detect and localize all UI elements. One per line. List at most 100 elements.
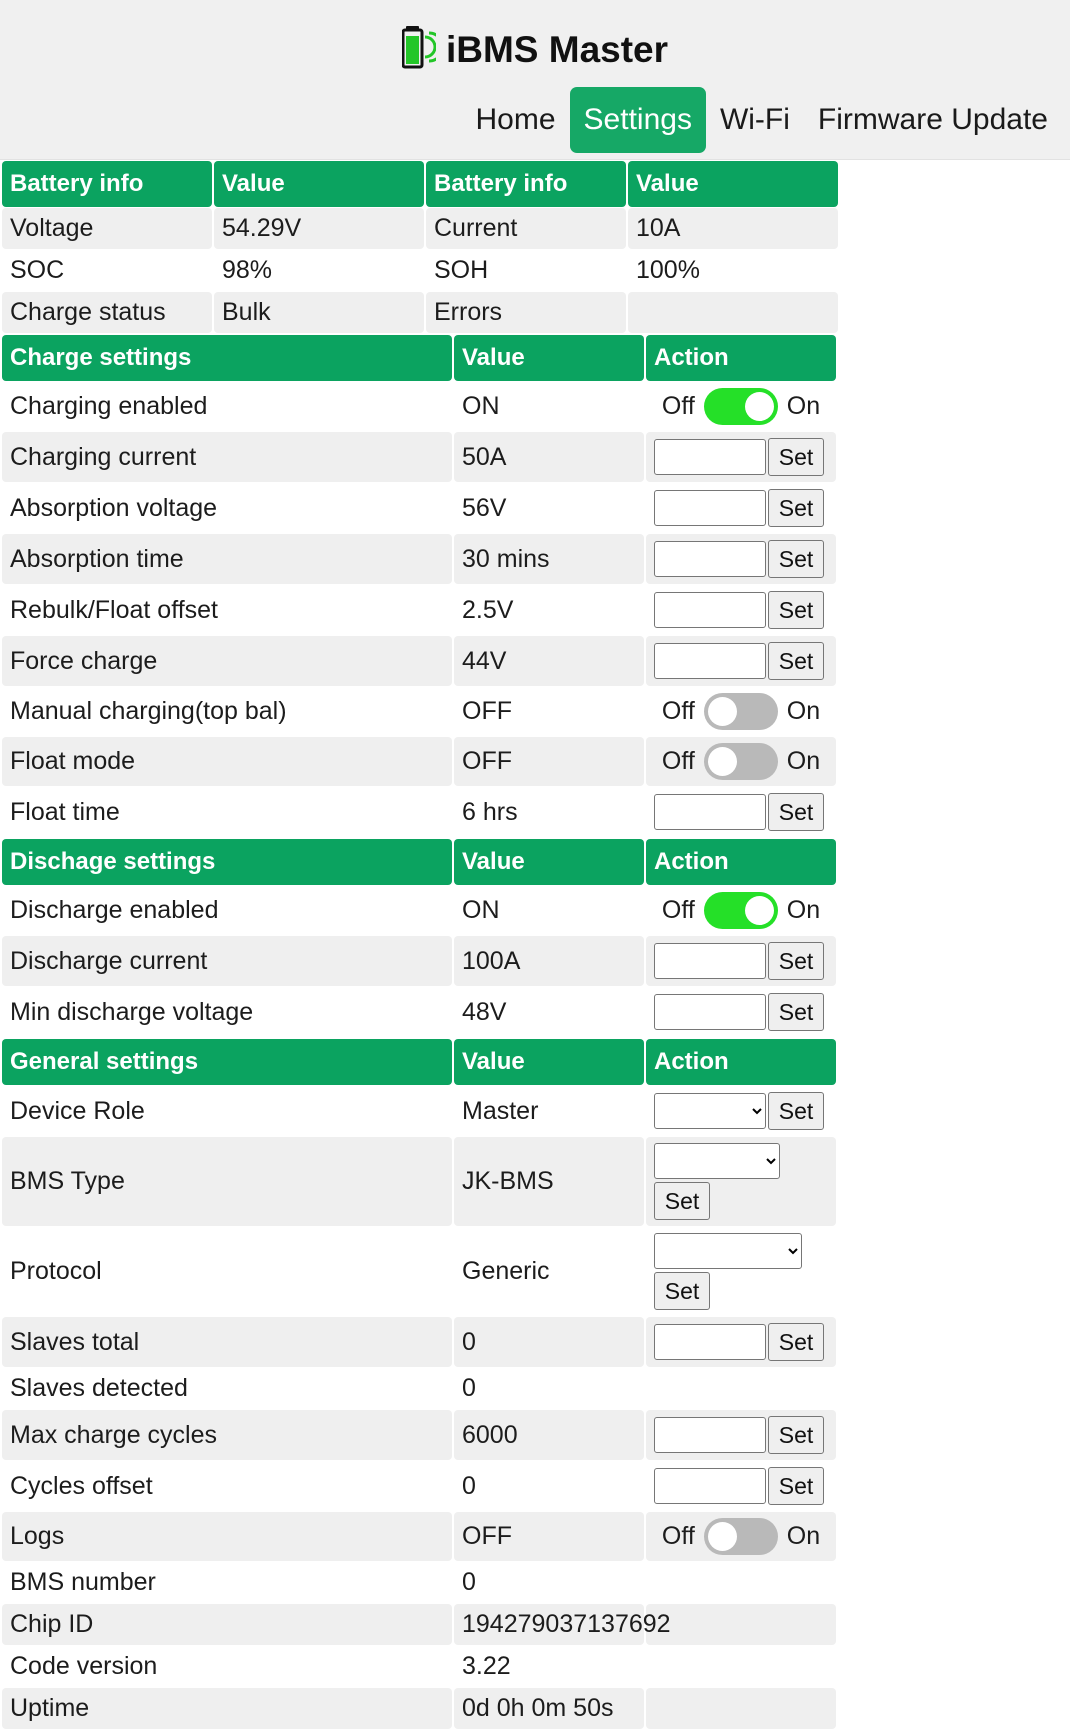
set-button-min-discharge-voltage[interactable]: Set <box>768 993 824 1031</box>
table-row: Float time 6 hrs Set <box>2 787 836 837</box>
nav-item-home[interactable]: Home <box>462 81 570 159</box>
action-float-mode: Off On <box>646 737 836 786</box>
nav-item-wifi[interactable]: Wi-Fi <box>706 81 804 159</box>
select-protocol[interactable] <box>654 1233 802 1269</box>
action-protocol: Set <box>646 1227 836 1316</box>
action-rebulk-float-offset: Set <box>646 585 836 635</box>
label-bms-number: BMS number <box>2 1562 452 1603</box>
set-button-max-charge-cycles[interactable]: Set <box>768 1416 824 1454</box>
label-discharge-enabled: Discharge enabled <box>2 886 452 935</box>
label-charging-enabled: Charging enabled <box>2 382 452 431</box>
col-action: Action <box>646 839 836 885</box>
set-button-protocol[interactable]: Set <box>654 1272 710 1310</box>
input-min-discharge-voltage[interactable] <box>654 994 766 1030</box>
toggle-charging-enabled[interactable] <box>704 388 778 425</box>
label-slaves-total: Slaves total <box>2 1317 452 1367</box>
value-errors <box>628 292 838 333</box>
label-float-mode: Float mode <box>2 737 452 786</box>
action-slaves-detected <box>646 1368 836 1409</box>
toggle-off-label: Off <box>662 697 695 726</box>
input-discharge-current[interactable] <box>654 943 766 979</box>
toggle-float-mode[interactable] <box>704 743 778 780</box>
set-button-bms-type[interactable]: Set <box>654 1182 710 1220</box>
table-row: Charging current 50A Set <box>2 432 836 482</box>
table-row: Rebulk/Float offset 2.5V Set <box>2 585 836 635</box>
value-cycles-offset: 0 <box>454 1461 644 1511</box>
set-button-rebulk-float-offset[interactable]: Set <box>768 591 824 629</box>
table-row: Slaves detected 0 <box>2 1368 836 1409</box>
input-cycles-offset[interactable] <box>654 1468 766 1504</box>
input-absorption-voltage[interactable] <box>654 490 766 526</box>
value-bms-type: JK-BMS <box>454 1137 644 1226</box>
action-device-role: Set <box>646 1086 836 1136</box>
table-row: Cycles offset 0 Set <box>2 1461 836 1511</box>
action-absorption-voltage: Set <box>646 483 836 533</box>
toggle-on-label: On <box>787 896 820 925</box>
value-discharge-current: 100A <box>454 936 644 986</box>
col-value: Value <box>454 1039 644 1085</box>
charge-settings-table: Charge settings Value Action Charging en… <box>0 334 838 838</box>
label-soh: SOH <box>426 250 626 291</box>
col-value-2: Value <box>628 161 838 207</box>
table-row: Device Role Master Set <box>2 1086 836 1136</box>
toggle-off-label: Off <box>662 747 695 776</box>
set-button-cycles-offset[interactable]: Set <box>768 1467 824 1505</box>
label-force-charge: Force charge <box>2 636 452 686</box>
set-button-slaves-total[interactable]: Set <box>768 1323 824 1361</box>
table-row: Code version 3.22 <box>2 1646 836 1687</box>
value-protocol: Generic <box>454 1227 644 1316</box>
label-charge-status: Charge status <box>2 292 212 333</box>
label-float-time: Float time <box>2 787 452 837</box>
action-code-version <box>646 1646 836 1687</box>
select-device-role[interactable] <box>654 1093 766 1129</box>
input-absorption-time[interactable] <box>654 541 766 577</box>
value-manual-charging: OFF <box>454 687 644 736</box>
set-button-device-role[interactable]: Set <box>768 1092 824 1130</box>
value-charging-current: 50A <box>454 432 644 482</box>
toggle-on-label: On <box>787 392 820 421</box>
input-charging-current[interactable] <box>654 439 766 475</box>
set-button-float-time[interactable]: Set <box>768 793 824 831</box>
table-row: Protocol Generic Set <box>2 1227 836 1316</box>
col-general-settings: General settings <box>2 1039 452 1085</box>
input-slaves-total[interactable] <box>654 1324 766 1360</box>
toggle-manual-charging[interactable] <box>704 693 778 730</box>
table-row: Logs OFF Off On <box>2 1512 836 1561</box>
value-float-time: 6 hrs <box>454 787 644 837</box>
label-absorption-time: Absorption time <box>2 534 452 584</box>
label-max-charge-cycles: Max charge cycles <box>2 1410 452 1460</box>
table-row: Uptime 0d 0h 0m 50s <box>2 1688 836 1729</box>
action-float-time: Set <box>646 787 836 837</box>
nav-item-settings[interactable]: Settings <box>570 87 706 153</box>
label-chip-id: Chip ID <box>2 1604 452 1645</box>
value-discharge-enabled: ON <box>454 886 644 935</box>
table-row: Absorption time 30 mins Set <box>2 534 836 584</box>
label-uptime: Uptime <box>2 1688 452 1729</box>
input-rebulk-float-offset[interactable] <box>654 592 766 628</box>
input-float-time[interactable] <box>654 794 766 830</box>
table-row: SOC 98% SOH 100% <box>2 250 838 291</box>
label-protocol: Protocol <box>2 1227 452 1316</box>
col-battery-info-2: Battery info <box>426 161 626 207</box>
set-button-discharge-current[interactable]: Set <box>768 942 824 980</box>
set-button-absorption-voltage[interactable]: Set <box>768 489 824 527</box>
value-slaves-detected: 0 <box>454 1368 644 1409</box>
action-logs: Off On <box>646 1512 836 1561</box>
table-row: Slaves total 0 Set <box>2 1317 836 1367</box>
select-bms-type[interactable] <box>654 1143 780 1179</box>
input-force-charge[interactable] <box>654 643 766 679</box>
set-button-charging-current[interactable]: Set <box>768 438 824 476</box>
action-force-charge: Set <box>646 636 836 686</box>
toggle-logs[interactable] <box>704 1518 778 1555</box>
toggle-discharge-enabled[interactable] <box>704 892 778 929</box>
value-max-charge-cycles: 6000 <box>454 1410 644 1460</box>
label-logs: Logs <box>2 1512 452 1561</box>
col-action: Action <box>646 335 836 381</box>
action-cycles-offset: Set <box>646 1461 836 1511</box>
input-max-charge-cycles[interactable] <box>654 1417 766 1453</box>
set-button-absorption-time[interactable]: Set <box>768 540 824 578</box>
discharge-settings-header-row: Dischage settings Value Action <box>2 839 836 885</box>
set-button-force-charge[interactable]: Set <box>768 642 824 680</box>
nav-item-firmware-update[interactable]: Firmware Update <box>804 81 1062 159</box>
label-bms-type: BMS Type <box>2 1137 452 1226</box>
